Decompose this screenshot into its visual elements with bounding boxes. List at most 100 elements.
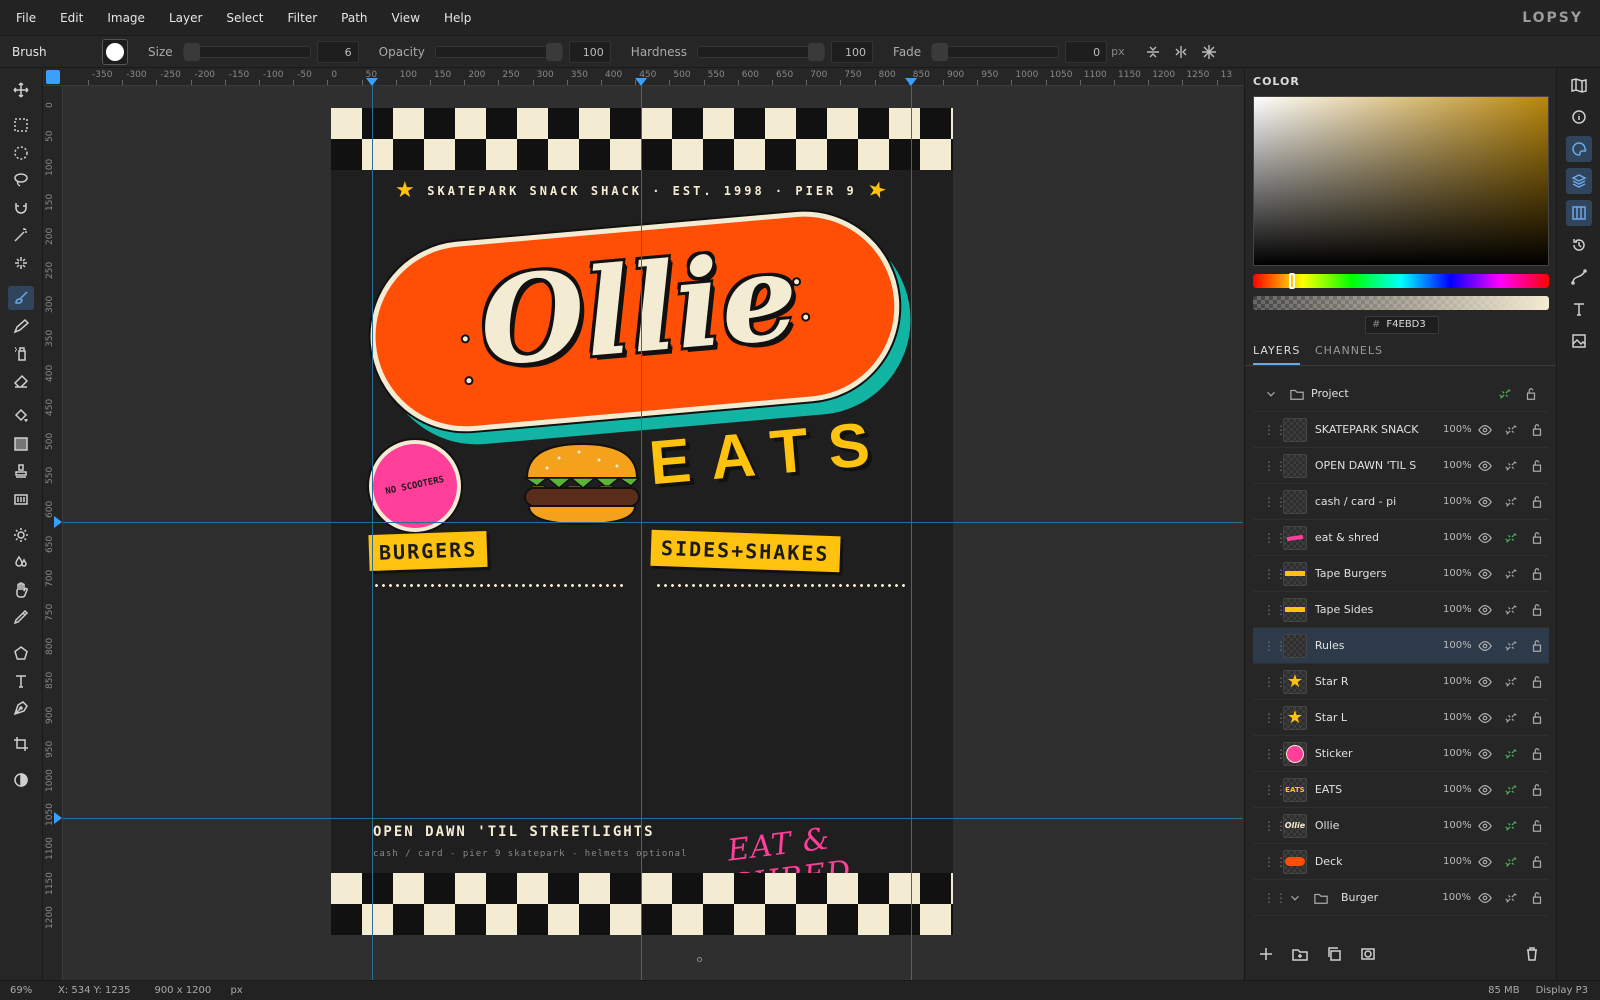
fill-tool[interactable] xyxy=(8,404,34,428)
link-icon[interactable] xyxy=(1499,675,1523,689)
drag-handle-icon[interactable]: ⋮⋮ xyxy=(1263,603,1287,617)
layer-opacity[interactable]: 100% xyxy=(1438,532,1472,543)
layer-opacity[interactable]: 100% xyxy=(1438,460,1472,471)
duplicate-layer-button[interactable] xyxy=(1321,941,1347,967)
add-group-button[interactable] xyxy=(1287,941,1313,967)
lock-icon[interactable] xyxy=(1525,495,1549,509)
layer-row[interactable]: ⋮⋮ Ollie Ollie 100% xyxy=(1253,808,1549,844)
paths-panel-button[interactable] xyxy=(1566,264,1592,290)
magnetic-lasso-tool[interactable] xyxy=(8,196,34,220)
guide-marker-icon[interactable] xyxy=(905,78,917,86)
eye-icon[interactable] xyxy=(1474,459,1498,473)
menu-path[interactable]: Path xyxy=(329,0,379,36)
dodge-tool[interactable] xyxy=(8,523,34,547)
color-picker-field[interactable] xyxy=(1253,96,1549,266)
lock-icon[interactable] xyxy=(1525,711,1549,725)
pencil-tool[interactable] xyxy=(8,314,34,338)
drag-handle-icon[interactable]: ⋮⋮ xyxy=(1263,819,1287,833)
layer-opacity[interactable]: 100% xyxy=(1438,640,1472,651)
magic-wand-tool[interactable] xyxy=(8,223,34,247)
delete-layer-button[interactable] xyxy=(1519,941,1545,967)
layer-opacity[interactable]: 100% xyxy=(1438,604,1472,615)
layer-opacity[interactable]: 100% xyxy=(1438,712,1472,723)
lock-icon[interactable] xyxy=(1525,639,1549,653)
layer-opacity[interactable]: 100% xyxy=(1438,424,1472,435)
lock-icon[interactable] xyxy=(1525,675,1549,689)
drag-handle-icon[interactable]: ⋮⋮ xyxy=(1263,495,1287,509)
hand-tool[interactable] xyxy=(8,578,34,602)
rect-select-tool[interactable] xyxy=(8,113,34,137)
link-icon[interactable] xyxy=(1499,711,1523,725)
add-layer-button[interactable] xyxy=(1253,941,1279,967)
link-icon[interactable] xyxy=(1499,639,1523,653)
move-tool[interactable] xyxy=(8,78,34,102)
link-icon[interactable] xyxy=(1499,495,1523,509)
guide-marker-icon[interactable] xyxy=(366,78,378,86)
layer-group-project[interactable]: Project xyxy=(1253,376,1549,412)
gradient-tool[interactable] xyxy=(8,432,34,456)
link-icon[interactable] xyxy=(1499,459,1523,473)
vertical-ruler[interactable]: 0 50 100 150 200 250 300 350 400 450 500 550 600 650 7… xyxy=(43,86,63,980)
ruler-origin-corner[interactable] xyxy=(46,70,60,84)
layer-opacity[interactable]: 100% xyxy=(1438,820,1472,831)
shape-tool[interactable] xyxy=(8,641,34,665)
drag-handle-icon[interactable]: ⋮⋮ xyxy=(1263,855,1287,869)
pattern-tool[interactable] xyxy=(8,487,34,511)
menu-edit[interactable]: Edit xyxy=(48,0,95,36)
guide-marker-icon[interactable] xyxy=(54,516,62,528)
smudge-tool[interactable] xyxy=(8,550,34,574)
size-slider[interactable] xyxy=(182,42,311,61)
layer-row[interactable]: ⋮⋮ Rules 100% xyxy=(1253,628,1549,664)
color-panel-button[interactable] xyxy=(1566,136,1592,162)
layer-row[interactable]: ⋮⋮ Sticker 100% xyxy=(1253,736,1549,772)
link-icon[interactable] xyxy=(1493,387,1517,401)
eye-icon[interactable] xyxy=(1474,855,1498,869)
layer-row[interactable]: ⋮⋮ SKATEPARK SNACK 100% xyxy=(1253,412,1549,448)
link-icon[interactable] xyxy=(1499,603,1523,617)
layer-row[interactable]: ⋮⋮ cash / card - pi 100% xyxy=(1253,484,1549,520)
history-panel-button[interactable] xyxy=(1566,232,1592,258)
guide-vertical[interactable] xyxy=(641,86,642,980)
menu-view[interactable]: View xyxy=(380,0,432,36)
layer-row[interactable]: ⋮⋮ OPEN DAWN 'TIL S 100% xyxy=(1253,448,1549,484)
pen-tool[interactable] xyxy=(8,696,34,720)
tab-layers[interactable]: LAYERS xyxy=(1253,344,1301,365)
alpha-slider[interactable] xyxy=(1253,296,1549,310)
hue-slider[interactable] xyxy=(1253,274,1549,288)
lock-icon[interactable] xyxy=(1525,423,1549,437)
chevron-down-icon[interactable] xyxy=(1283,891,1307,905)
guide-marker-icon[interactable] xyxy=(54,812,62,824)
lock-icon[interactable] xyxy=(1525,855,1549,869)
layer-row[interactable]: ⋮⋮ Deck 100% xyxy=(1253,844,1549,880)
layer-group-burger[interactable]: ⋮⋮ Burger 100% xyxy=(1253,880,1549,916)
hue-slider-knob[interactable] xyxy=(1289,273,1295,289)
symmetry-vertical-icon[interactable] xyxy=(1143,42,1163,62)
tab-channels[interactable]: CHANNELS xyxy=(1315,344,1383,357)
brush-preview-swatch[interactable] xyxy=(102,38,128,65)
guide-marker-icon[interactable] xyxy=(635,78,647,86)
drag-handle-icon[interactable]: ⋮⋮ xyxy=(1263,639,1287,653)
quick-select-tool[interactable] xyxy=(8,251,34,275)
eye-icon[interactable] xyxy=(1474,531,1498,545)
fade-input[interactable]: 0 xyxy=(1065,40,1108,63)
text-tool[interactable] xyxy=(8,669,34,693)
lock-icon[interactable] xyxy=(1525,459,1549,473)
fade-slider[interactable] xyxy=(931,42,1060,61)
eye-icon[interactable] xyxy=(1473,891,1497,905)
drag-handle-icon[interactable]: ⋮⋮ xyxy=(1263,711,1287,725)
lock-icon[interactable] xyxy=(1525,891,1549,905)
channels-panel-button[interactable] xyxy=(1566,200,1592,226)
layer-row[interactable]: ⋮⋮ EATS EATS 100% xyxy=(1253,772,1549,808)
drag-handle-icon[interactable]: ⋮⋮ xyxy=(1263,459,1287,473)
eye-icon[interactable] xyxy=(1474,639,1498,653)
layer-mask-button[interactable] xyxy=(1355,941,1381,967)
drag-handle-icon[interactable]: ⋮⋮ xyxy=(1263,675,1287,689)
drag-handle-icon[interactable]: ⋮⋮ xyxy=(1263,891,1287,905)
opacity-slider[interactable] xyxy=(434,42,563,61)
image-panel-button[interactable] xyxy=(1566,328,1592,354)
link-icon[interactable] xyxy=(1499,567,1523,581)
menu-file[interactable]: File xyxy=(0,0,48,36)
guide-vertical[interactable] xyxy=(372,86,373,980)
guide-horizontal[interactable] xyxy=(63,818,1243,819)
lasso-tool[interactable] xyxy=(8,168,34,192)
